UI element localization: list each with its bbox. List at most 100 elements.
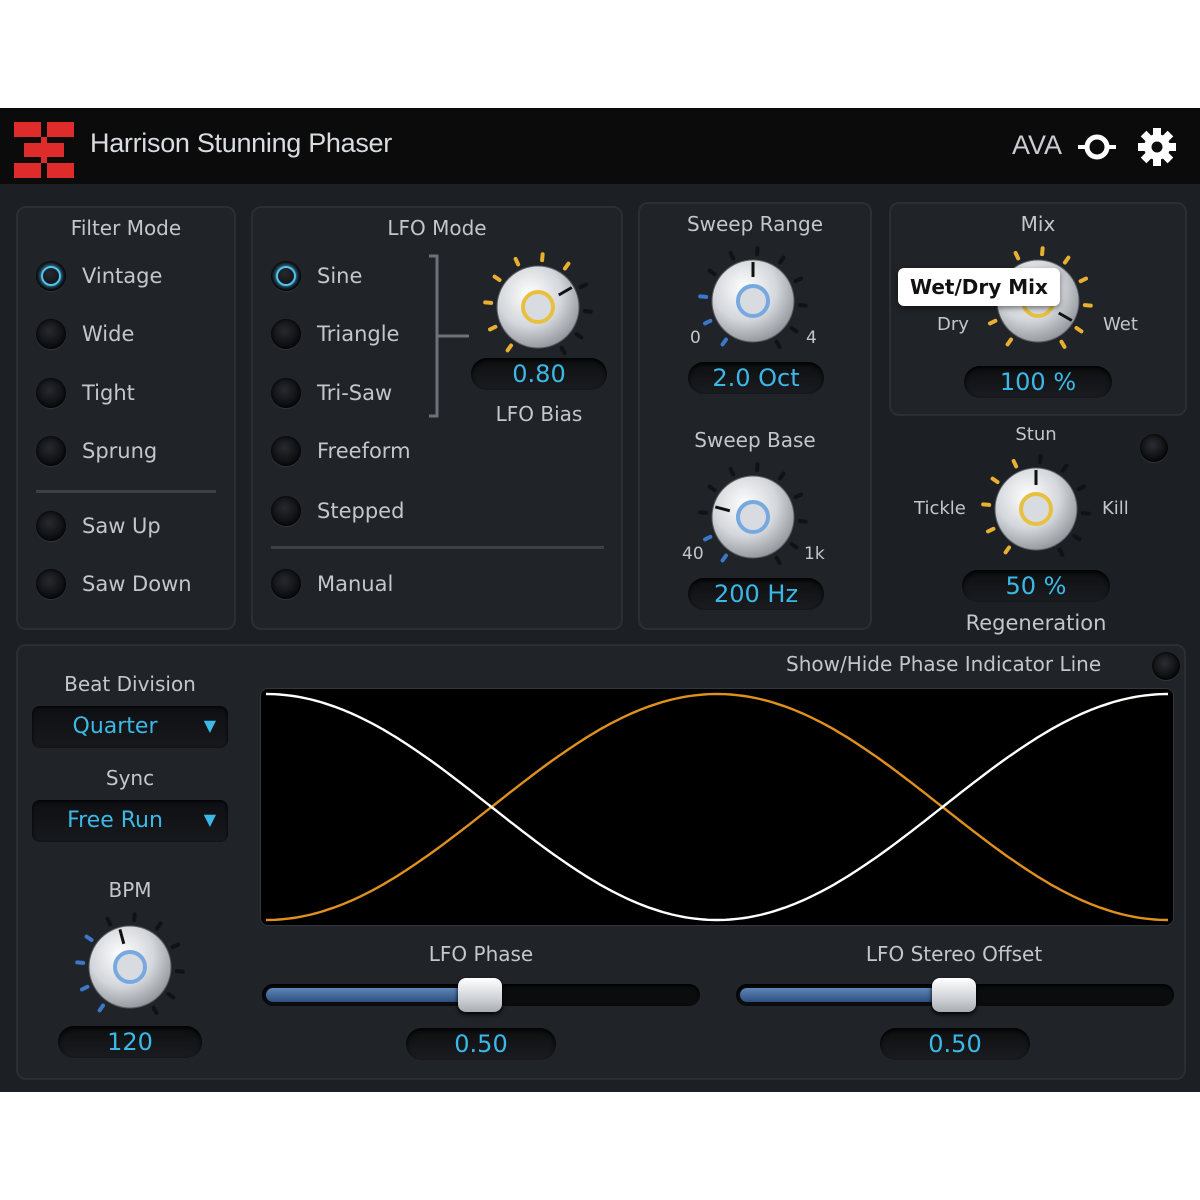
knob-tick <box>582 309 593 314</box>
lfo-phase-label: LFO Phase <box>428 942 534 966</box>
ava-link-icon[interactable] <box>1076 130 1118 164</box>
filter-option-saw-up[interactable]: Saw Up <box>36 506 161 546</box>
lfo-phase-fill <box>266 988 476 1002</box>
beat-division-label: Beat Division <box>64 672 196 696</box>
knob-tick <box>1080 511 1091 516</box>
knob-tick <box>505 343 514 353</box>
lfo-option-tri-saw[interactable]: Tri-Saw <box>271 373 392 413</box>
knob-cap <box>736 284 770 318</box>
knob-tick <box>559 345 567 355</box>
sync-label: Sync <box>105 766 155 790</box>
filter-option-saw-down[interactable]: Saw Down <box>36 564 192 604</box>
lfo-stereo-offset-slider[interactable] <box>736 978 1174 1012</box>
knob-tick <box>492 274 502 283</box>
mix-panel: Mix Dry Wet 100 % <box>889 202 1187 416</box>
lfo-phase-thumb[interactable] <box>458 978 502 1012</box>
knob-tick <box>174 969 185 974</box>
lfo-stereo-offset-thumb[interactable] <box>932 978 976 1012</box>
mix-value[interactable]: 100 % <box>964 366 1112 398</box>
radio-selected-icon <box>271 261 301 291</box>
knob-tick <box>698 510 709 515</box>
bpm-knob[interactable] <box>75 912 185 1022</box>
knob-tick <box>990 476 1000 485</box>
knob-tick <box>789 541 799 550</box>
lfo-option-sine[interactable]: Sine <box>271 256 362 296</box>
knob-tick <box>702 534 713 542</box>
regen-toggle[interactable] <box>1140 434 1168 462</box>
sweep-base-value[interactable]: 200 Hz <box>688 578 824 610</box>
knob-tick <box>75 960 86 965</box>
knob-tick <box>154 921 163 931</box>
harrison-logo-icon <box>14 122 74 178</box>
filter-option-wide[interactable]: Wide <box>36 314 134 354</box>
filter-option-vintage[interactable]: Vintage <box>36 256 162 296</box>
chevron-down-icon: ▼ <box>203 810 216 829</box>
lfo-bias-knob[interactable] <box>483 252 593 362</box>
lfo-option-triangle[interactable]: Triangle <box>271 314 399 354</box>
knob-tick <box>789 325 799 334</box>
sweep-range-knob[interactable] <box>698 246 808 356</box>
sweep-range-value[interactable]: 2.0 Oct <box>688 362 824 394</box>
knob-tick <box>574 331 584 340</box>
lfo-option-manual[interactable]: Manual <box>271 564 393 604</box>
knob-tick <box>97 1003 106 1013</box>
regen-kill-label: Kill <box>1102 498 1129 519</box>
filter-option-sprung[interactable]: Sprung <box>36 431 157 471</box>
phase-indicator-label: Show/Hide Phase Indicator Line <box>786 652 1102 676</box>
phase-indicator-toggle[interactable] <box>1152 652 1180 680</box>
regeneration-knob[interactable] <box>981 454 1091 564</box>
filter-option-tight[interactable]: Tight <box>36 373 135 413</box>
knob-tick <box>777 471 786 481</box>
knob-tick <box>1076 484 1087 492</box>
knob-tick <box>1040 246 1045 257</box>
knob-tick <box>540 252 545 263</box>
knob-tick <box>987 318 998 326</box>
sweep-range-max: 4 <box>806 328 817 348</box>
lfo-bias-value[interactable]: 0.80 <box>471 358 607 390</box>
knob-cap <box>113 950 147 984</box>
mix-wet-label: Wet <box>1103 314 1138 335</box>
knob-tick <box>728 466 736 477</box>
divider <box>271 546 604 549</box>
beat-division-dropdown[interactable]: Quarter ▼ <box>32 706 228 748</box>
sweep-base-knob[interactable] <box>698 462 808 572</box>
sweep-base-max: 1k <box>804 544 825 564</box>
knob-tick <box>774 555 782 565</box>
lfo-phase-value[interactable]: 0.50 <box>406 1028 556 1060</box>
sweep-base-min: 40 <box>682 544 704 564</box>
regen-tickle-label: Tickle <box>914 498 966 519</box>
regeneration-value[interactable]: 50 % <box>962 570 1110 602</box>
lfo-phase-slider[interactable] <box>262 978 700 1012</box>
knob-tick <box>578 282 589 290</box>
radio-icon <box>36 569 66 599</box>
knob-tick <box>170 942 181 950</box>
lfo-option-stepped[interactable]: Stepped <box>271 491 404 531</box>
radio-icon <box>271 569 301 599</box>
knob-tick <box>1057 547 1065 557</box>
lfo-mode-title: LFO Mode <box>387 216 487 240</box>
knob-tick <box>707 484 717 493</box>
ava-label: AVA <box>1012 130 1063 160</box>
radio-icon <box>271 378 301 408</box>
knob-tick <box>513 256 521 267</box>
knob-tick <box>1013 250 1021 261</box>
knob-tick <box>1082 303 1093 308</box>
sync-dropdown[interactable]: Free Run ▼ <box>32 800 228 842</box>
bpm-value[interactable]: 120 <box>58 1026 202 1058</box>
gear-icon[interactable] <box>1136 126 1178 168</box>
knob-tick <box>797 519 808 524</box>
radio-icon <box>271 496 301 526</box>
mix-tooltip: Wet/Dry Mix <box>898 268 1060 306</box>
lfo-waveform-display[interactable] <box>260 688 1174 926</box>
mix-title: Mix <box>1020 212 1056 236</box>
knob-tick <box>777 255 786 265</box>
lfo-stereo-offset-value[interactable]: 0.50 <box>880 1028 1030 1060</box>
lfo-bias-label: LFO Bias <box>495 402 583 426</box>
radio-icon <box>36 378 66 408</box>
lfo-stereo-offset-fill <box>740 988 950 1002</box>
knob-tick <box>720 337 729 347</box>
waveform-background <box>260 688 1174 926</box>
app-title: Harrison Stunning Phaser <box>90 128 392 158</box>
title-bar: Harrison Stunning Phaser AVA <box>0 108 1200 184</box>
lfo-option-freeform[interactable]: Freeform <box>271 431 411 471</box>
